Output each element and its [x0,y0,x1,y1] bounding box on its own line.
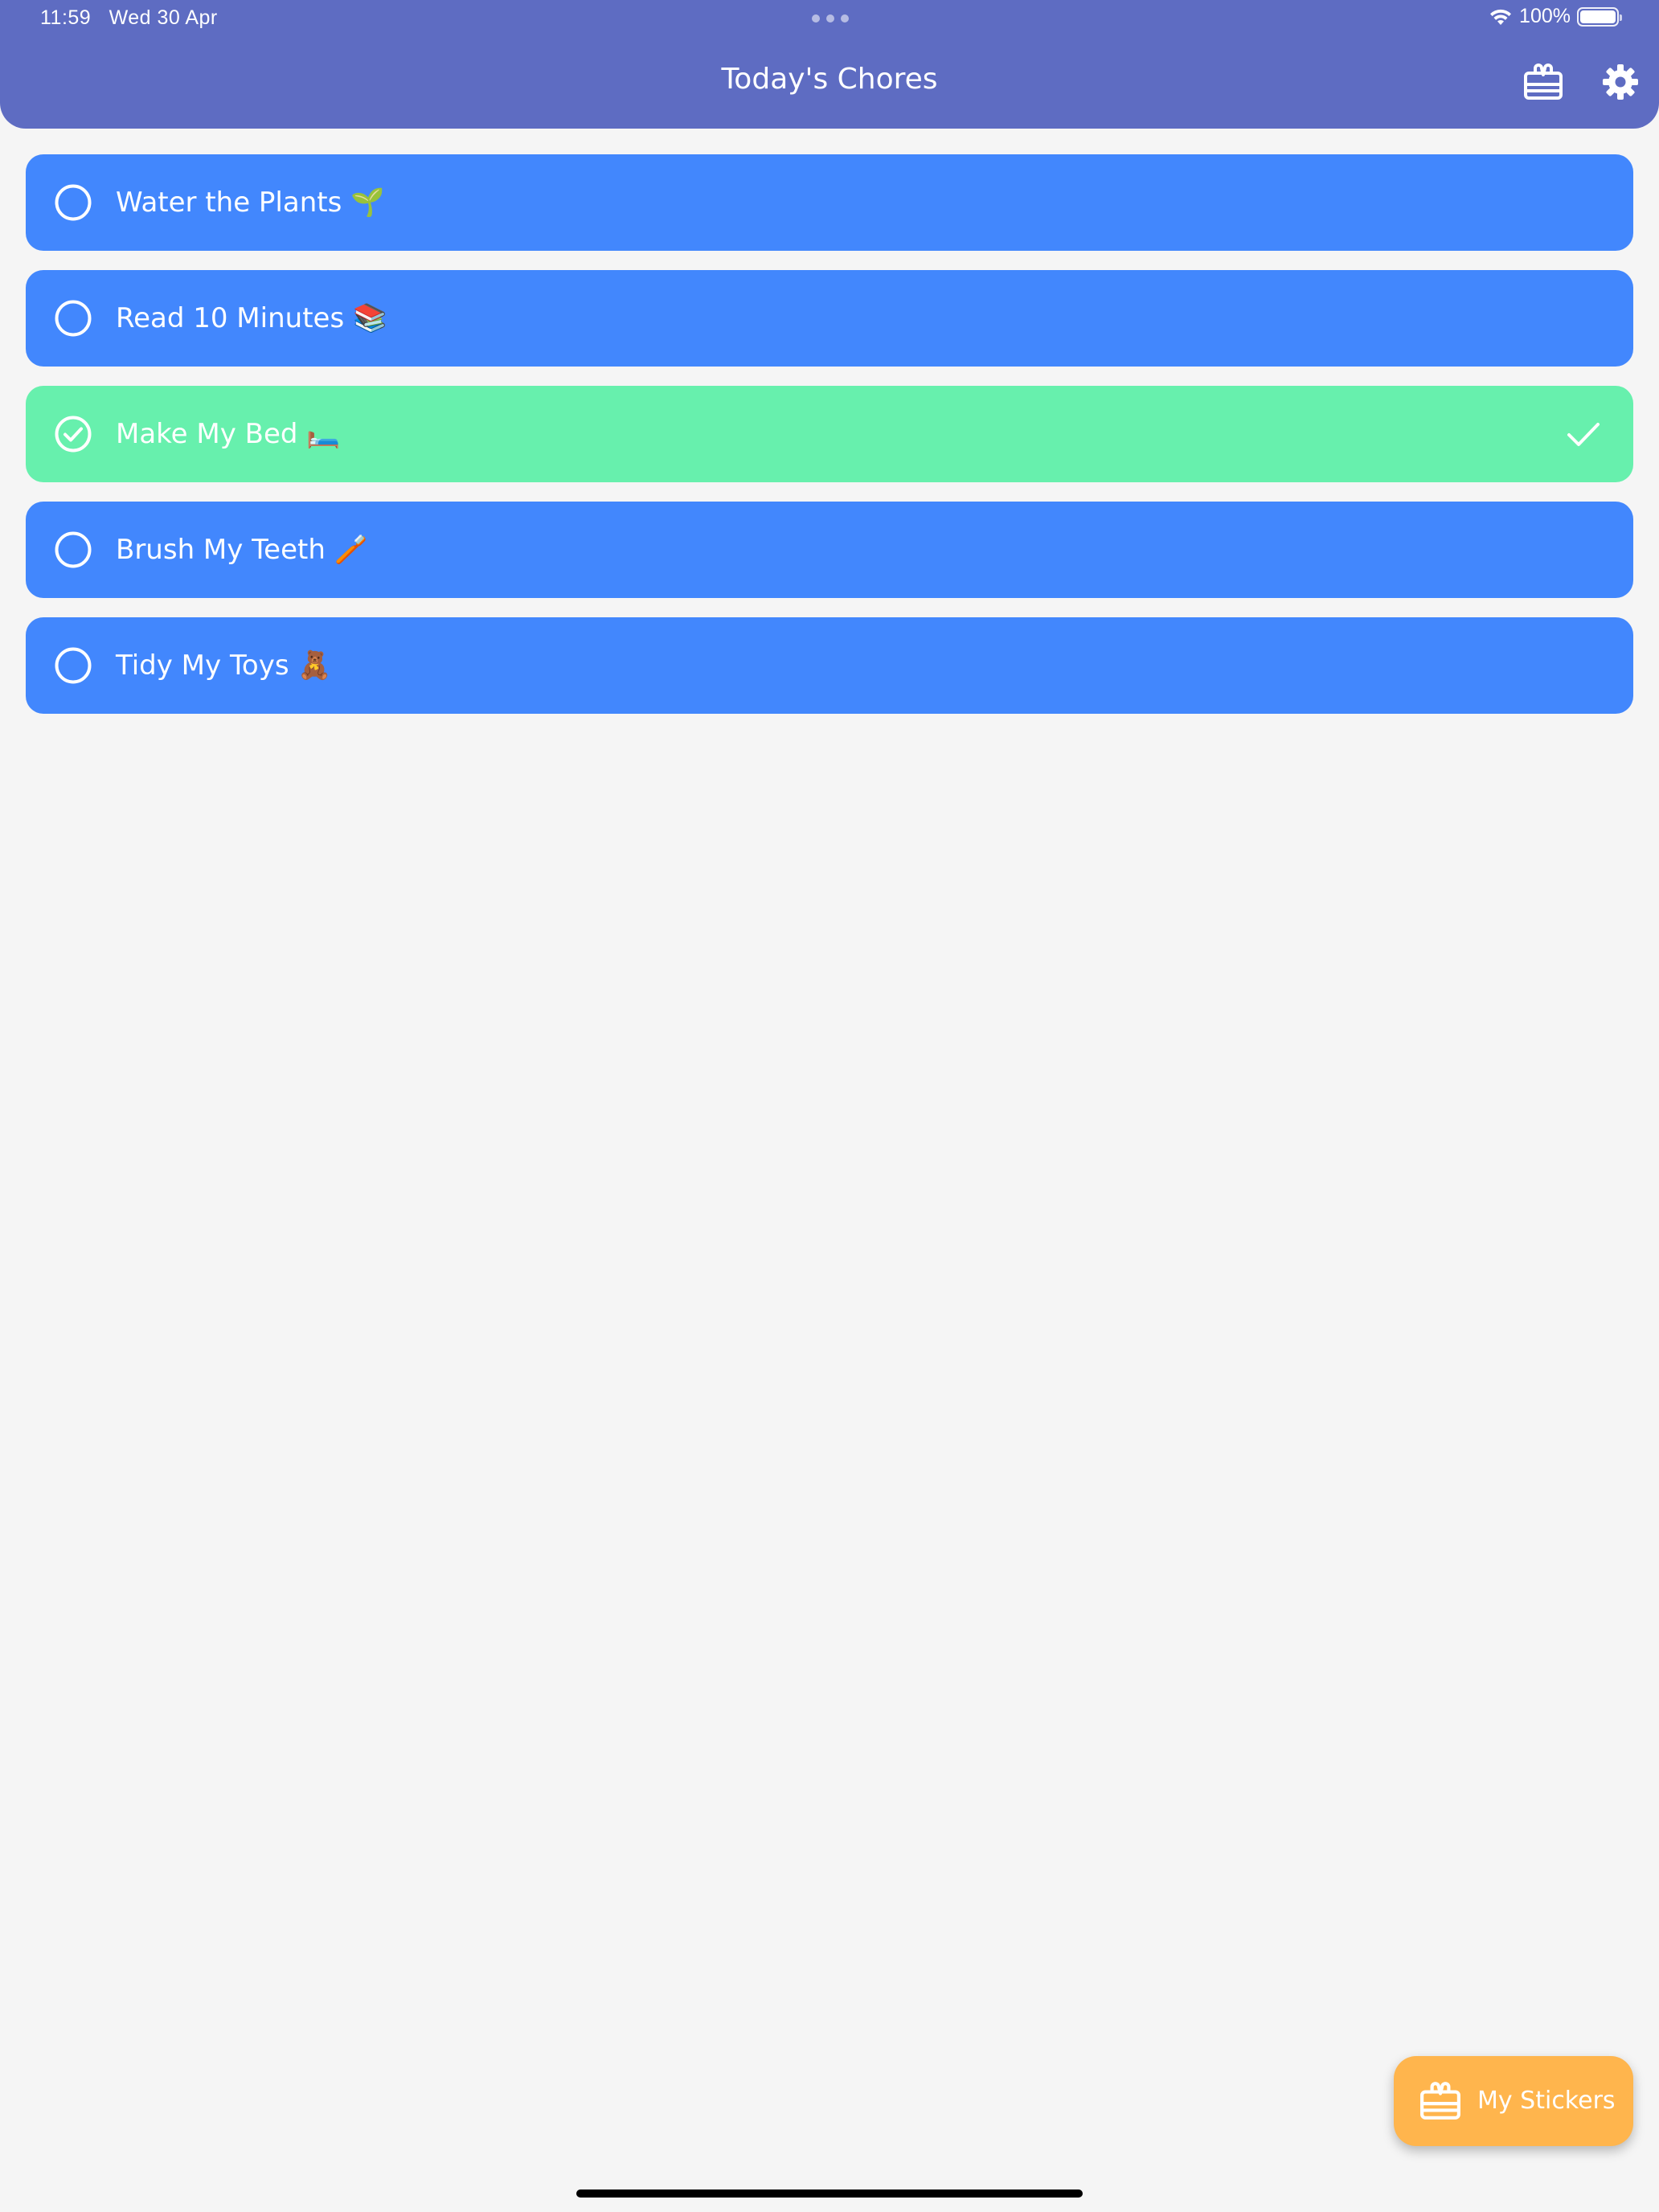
chore-label: Water the Plants 🌱 [116,186,385,219]
my-stickers-button[interactable]: My Stickers [1394,2056,1633,2146]
status-bar-time: 11:59 Wed 30 Apr [40,6,218,30]
chore-label: Make My Bed 🛏️ [116,418,341,450]
chore-label: Read 10 Minutes 📚 [116,302,387,334]
home-indicator[interactable] [576,2189,1083,2198]
checkmark-icon [1567,423,1600,446]
multitasking-dots[interactable] [812,14,849,23]
chore-item[interactable]: Tidy My Toys 🧸 [26,617,1633,714]
wifi-icon [1490,9,1512,25]
chore-item-done[interactable]: Make My Bed 🛏️ [26,386,1633,482]
empty-circle-icon[interactable] [55,647,92,684]
chore-item[interactable]: Brush My Teeth 🪥 [26,502,1633,598]
chore-item[interactable]: Water the Plants 🌱 [26,154,1633,251]
empty-circle-icon[interactable] [55,531,92,568]
gear-icon [1603,64,1638,100]
chore-list: Water the Plants 🌱 Read 10 Minutes 📚 Mak… [26,154,1633,733]
chore-label: Brush My Teeth 🪥 [116,534,369,566]
header-bar: 11:59 Wed 30 Apr 100% Today's Chores [0,0,1659,129]
empty-circle-icon[interactable] [55,300,92,337]
chore-item[interactable]: Read 10 Minutes 📚 [26,270,1633,367]
page-title: Today's Chores [721,63,938,96]
battery-icon [1577,6,1622,27]
empty-circle-icon[interactable] [55,184,92,221]
screen: 11:59 Wed 30 Apr 100% Today's Chores Wat… [0,0,1659,2212]
status-bar-right: 100% [1489,5,1622,28]
settings-button[interactable] [1598,59,1643,104]
gift-icon [1524,63,1563,100]
battery-percentage: 100% [1519,5,1571,27]
stickers-button[interactable] [1521,59,1566,104]
chore-label: Tidy My Toys 🧸 [116,649,332,682]
gift-icon [1420,2082,1460,2120]
check-circle-icon[interactable] [55,416,92,453]
my-stickers-label: My Stickers [1477,2087,1616,2115]
status-date: Wed 30 Apr [109,6,218,29]
status-time: 11:59 [40,6,92,29]
